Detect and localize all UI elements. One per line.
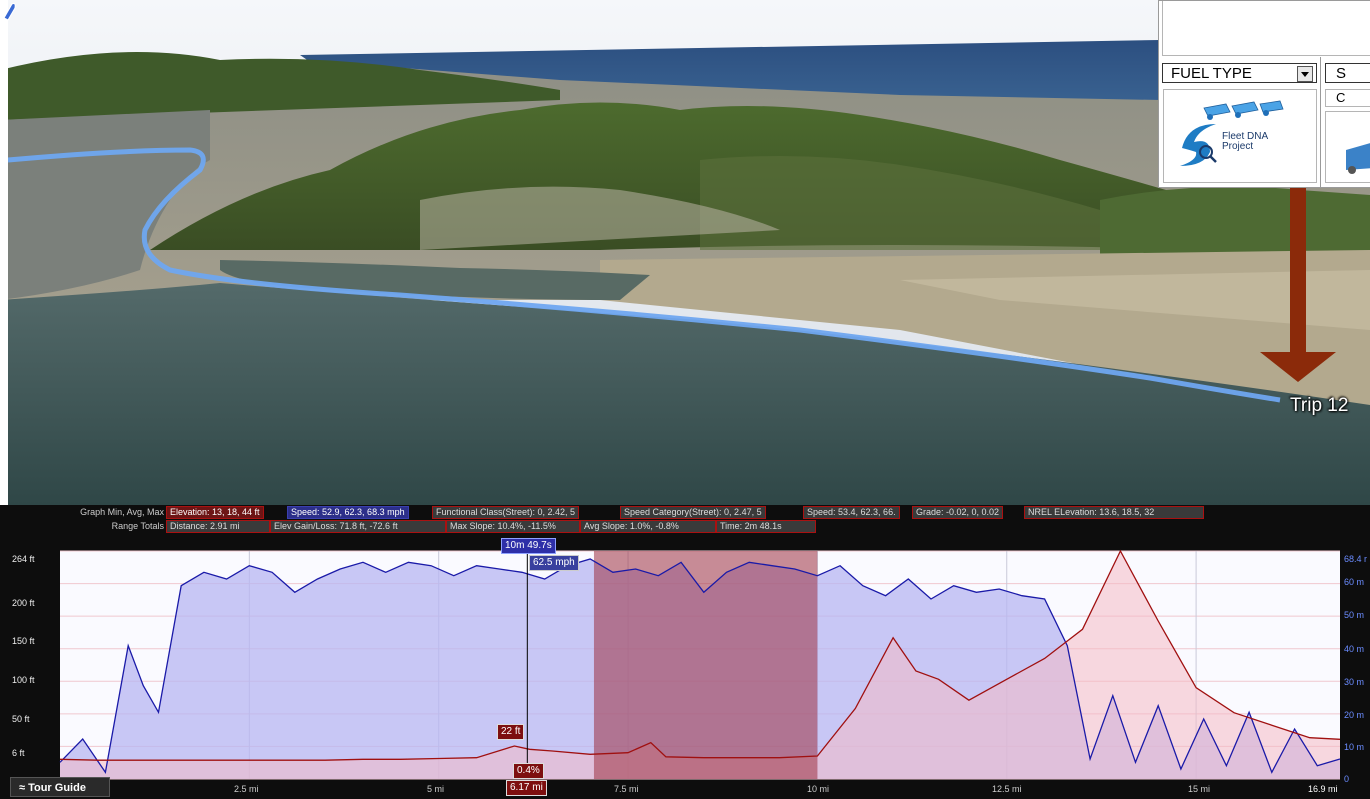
selection-range [593, 551, 818, 779]
filter-row: FUEL TYPE S [1159, 60, 1370, 86]
range-totals-label: Range Totals [111, 521, 164, 531]
logo-line2: Project [1222, 141, 1254, 152]
y-left-tick: 50 ft [12, 714, 30, 724]
cursor-slope-tag: 0.4% [513, 763, 544, 779]
left-edge [0, 0, 8, 505]
chevron-down-icon[interactable] [1297, 66, 1313, 82]
stat-functional-class: Functional Class(Street): 0, 2.42, 5 [432, 506, 580, 519]
graph-stats-label: Graph Min, Avg, Max [80, 507, 164, 517]
x-tick: 16.9 mi [1308, 784, 1338, 794]
tour-guide-button[interactable]: ≈ Tour Guide [10, 777, 110, 797]
truck-cell[interactable] [1325, 111, 1370, 183]
stat-avg-slope: Avg Slope: 1.0%, -0.8% [580, 520, 716, 533]
truck-icon [1346, 143, 1370, 174]
x-tick: 2.5 mi [234, 784, 259, 794]
cursor-elevation-tag: 22 ft [497, 724, 525, 740]
stat-time: Time: 2m 48.1s [716, 520, 816, 533]
stat-speed-category: Speed Category(Street): 0, 2.47, 5 [620, 506, 766, 519]
stat-distance: Distance: 2.91 mi [166, 520, 270, 533]
y-left-tick: 264 ft [12, 554, 35, 564]
y-right-tick: 20 m [1344, 710, 1365, 720]
y-right-tick: 10 m [1344, 742, 1365, 752]
range-totals-row: Range Totals Distance: 2.91 mi Elev Gain… [0, 520, 1370, 533]
arrow-shaft [1290, 186, 1306, 356]
filter-panel: FUEL TYPE S Fleet DNA Project C [1158, 0, 1370, 188]
stat-elev-gain: Elev Gain/Loss: 71.8 ft, -72.6 ft [270, 520, 446, 533]
x-tick: 15 mi [1188, 784, 1211, 794]
y-right-tick: 30 m [1344, 677, 1365, 687]
y-left-tick: 150 ft [12, 636, 35, 646]
trip-marker-icon[interactable] [0, 0, 18, 22]
fleet-dna-text: Fleet DNA Project [1222, 132, 1268, 152]
y-right-tick: 68.4 r [1344, 554, 1368, 564]
stat-speed: Speed: 52.9, 62.3, 68.3 mph [287, 506, 409, 519]
fuel-type-label: FUEL TYPE [1171, 65, 1252, 82]
y-right-tick: 60 m [1344, 577, 1365, 587]
stat-grade: Grade: -0.02, 0, 0.02 [912, 506, 1004, 519]
fuel-type-select[interactable]: FUEL TYPE [1162, 63, 1317, 83]
y-right-tick: 50 m [1344, 610, 1365, 620]
cursor-speed-tag: 62.5 mph [529, 555, 579, 571]
y-left-tick: 200 ft [12, 598, 35, 608]
stat-nrel-elevation: NREL ELevation: 13.6, 18.5, 32 [1024, 506, 1204, 519]
y-left-tick: 6 ft [12, 748, 25, 758]
stat-elevation: Elevation: 13, 18, 44 ft [166, 506, 264, 519]
cursor-time-tag: 10m 49.7s [501, 538, 556, 554]
c-cell: C [1325, 89, 1370, 107]
second-select[interactable]: S [1325, 63, 1370, 83]
y-left-tick: 100 ft [12, 675, 35, 685]
profile-chart[interactable] [0, 539, 1370, 781]
stat-max-slope: Max Slope: 10.4%, -11.5% [446, 520, 580, 533]
trip-label[interactable]: Trip 12 [1290, 395, 1348, 417]
x-tick: 7.5 mi [614, 784, 639, 794]
x-tick: 5 mi [427, 784, 445, 794]
stat-speed2: Speed: 53.4, 62.3, 66. [803, 506, 900, 519]
y-right-tick: 40 m [1344, 644, 1365, 654]
cursor-distance-tag: 6.17 mi [506, 780, 547, 796]
x-tick: 12.5 mi [992, 784, 1022, 794]
x-tick: 10 mi [807, 784, 830, 794]
y-right-tick: 0 [1344, 774, 1350, 784]
graph-stats-row: Graph Min, Avg, Max Elevation: 13, 18, 4… [0, 506, 1370, 519]
fleet-dna-logo[interactable]: Fleet DNA Project [1163, 89, 1317, 183]
divider [1320, 57, 1321, 187]
panel-header-area [1162, 1, 1370, 56]
